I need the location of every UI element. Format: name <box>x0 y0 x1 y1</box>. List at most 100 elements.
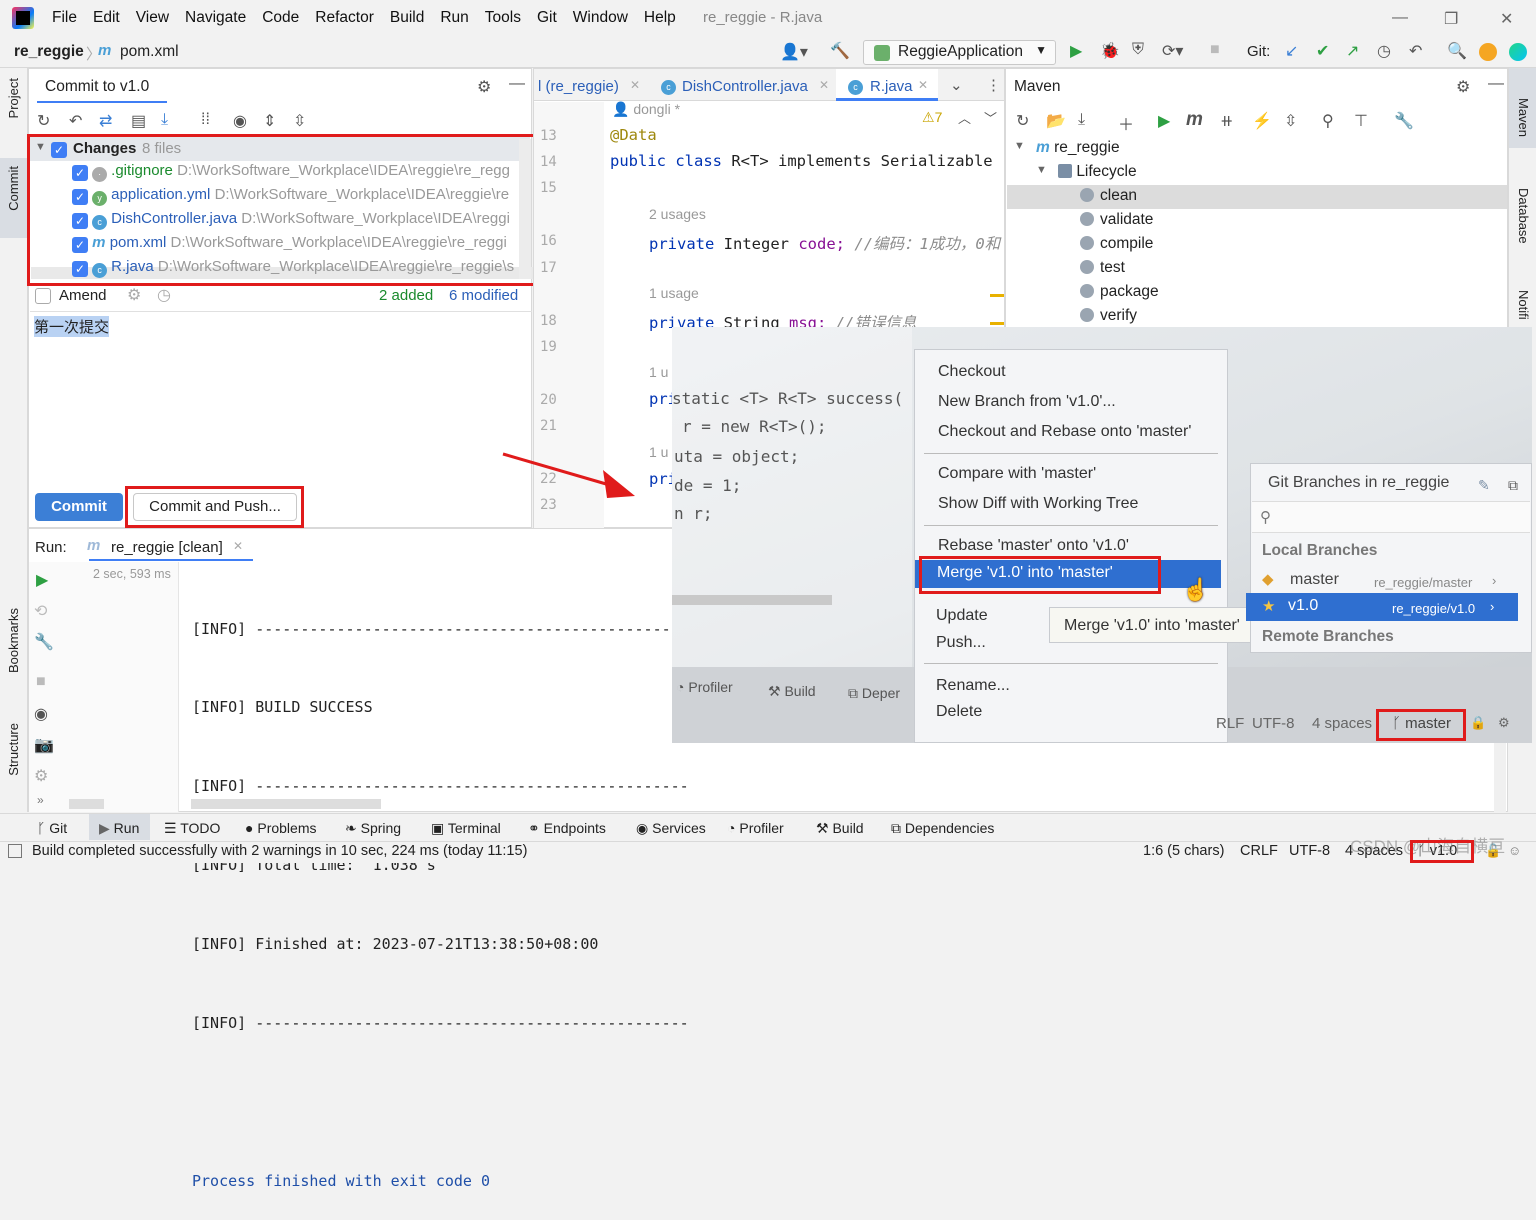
close-tab-icon[interactable]: ✕ <box>233 539 243 553</box>
git-push-icon[interactable]: ↗ <box>1346 41 1359 61</box>
coverage-icon[interactable]: ⛨ <box>1132 41 1144 59</box>
bookmarks-tool-tab[interactable]: Bookmarks <box>6 608 21 673</box>
menu-item-delete[interactable]: Delete <box>936 703 982 721</box>
more-options-icon[interactable]: ⋮ <box>986 76 1001 94</box>
notifications-tool-tab[interactable]: Notifi <box>1516 290 1531 320</box>
structure-tool-tab[interactable]: Structure <box>6 723 21 776</box>
hide-panel-icon[interactable]: — <box>509 75 525 93</box>
menu-item-update[interactable]: Update <box>936 607 988 625</box>
bottom-tab-dependencies[interactable]: ⧉ Dependencies <box>891 820 994 837</box>
close-tab-icon[interactable]: ✕ <box>630 78 640 92</box>
warnings-indicator[interactable]: ⚠7 <box>922 109 942 126</box>
settings-gear-icon[interactable]: ⚙ <box>34 766 48 786</box>
database-tool-tab[interactable]: Database <box>1516 188 1531 244</box>
add-icon[interactable]: ＋ <box>1118 111 1134 135</box>
breadcrumb-file[interactable]: pom.xml <box>120 43 179 61</box>
stop-icon[interactable]: ■ <box>36 673 46 691</box>
debug-rerun-icon[interactable]: ⟲ <box>34 601 47 621</box>
status-message[interactable]: Build completed successfully with 2 warn… <box>32 843 527 859</box>
settings-gear-icon[interactable]: ⚙ <box>477 77 491 97</box>
branch-master[interactable]: master <box>1290 571 1339 589</box>
git-commit-icon[interactable]: ✔ <box>1316 41 1329 61</box>
show-eye-icon[interactable]: ◉ <box>34 704 48 724</box>
maven-lifecycle[interactable]: Lifecycle <box>1058 163 1137 181</box>
bottom-tab-terminal[interactable]: ▣ Terminal <box>431 820 501 837</box>
chevron-right-icon[interactable]: › <box>1490 599 1494 614</box>
reload-icon[interactable]: ↻ <box>1016 111 1029 131</box>
close-tab-icon[interactable]: ✕ <box>819 78 829 92</box>
plugin-icon[interactable] <box>1509 43 1527 61</box>
menu-tools[interactable]: Tools <box>477 9 529 27</box>
commit-message-field[interactable]: 第一次提交 <box>30 312 532 482</box>
amend-checkbox[interactable] <box>35 288 51 304</box>
bottom-tab-build[interactable]: ⚒ Build <box>816 820 864 837</box>
bottom-tab-services[interactable]: ◉ Services <box>636 820 706 837</box>
menu-item-compare[interactable]: Compare with 'master' <box>938 465 1096 483</box>
chevron-right-icon[interactable]: › <box>1492 573 1496 588</box>
goal-clean[interactable]: clean <box>1080 187 1137 205</box>
collapse-all-icon[interactable]: ⇳ <box>293 111 306 131</box>
rerun-icon[interactable]: ▶ <box>36 570 48 590</box>
error-stripe-mark[interactable] <box>990 294 1004 297</box>
menu-window[interactable]: Window <box>565 9 636 27</box>
update-icon[interactable] <box>1479 43 1497 61</box>
commit-tool-tab[interactable]: Commit <box>6 166 21 211</box>
restore-icon[interactable]: ❐ <box>1444 9 1458 29</box>
menu-git[interactable]: Git <box>529 9 565 27</box>
debug-icon[interactable]: 🐞 <box>1100 41 1120 61</box>
profile-icon[interactable]: ⟳▾ <box>1162 41 1183 61</box>
expand-all-icon[interactable]: ⇕ <box>263 111 276 131</box>
caret-position[interactable]: 1:6 (5 chars) <box>1143 843 1224 859</box>
stop-icon[interactable]: ■ <box>1210 41 1220 59</box>
preview-eye-icon[interactable]: ◉ <box>233 111 247 131</box>
bottom-tab-profiler[interactable]: ◔ Profiler <box>727 820 784 836</box>
expand-arrow-icon[interactable]: ▼ <box>1014 140 1025 152</box>
menu-build[interactable]: Build <box>382 9 432 27</box>
menu-help[interactable]: Help <box>636 9 684 27</box>
show-deps-icon[interactable]: ⚲ <box>1322 111 1334 131</box>
goal-validate[interactable]: validate <box>1080 211 1153 229</box>
goal-verify[interactable]: verify <box>1080 307 1137 325</box>
history-icon[interactable]: ◷ <box>1377 41 1391 61</box>
more-icon[interactable]: » <box>37 793 44 807</box>
bottom-tab-git[interactable]: ᚴ Git <box>37 820 67 836</box>
rollback-changes-icon[interactable]: ↶ <box>69 111 82 131</box>
collapse-icon[interactable]: ⇳ <box>1284 111 1297 131</box>
maven-goal-icon[interactable]: m <box>1186 109 1203 131</box>
project-tool-tab[interactable]: Project <box>6 78 21 118</box>
download-icon[interactable]: ⤓ <box>1078 111 1085 129</box>
expand-arrow-icon[interactable]: ▼ <box>1036 164 1047 176</box>
commit-options-gear-icon[interactable]: ⚙ <box>127 285 141 305</box>
diff-icon[interactable]: ⇄ <box>99 111 112 131</box>
tab-re-reggie[interactable]: l (re_reggie) <box>538 78 619 95</box>
shelve-icon[interactable]: ▤ <box>131 111 146 131</box>
close-tab-icon[interactable]: ✕ <box>918 78 928 92</box>
goal-test[interactable]: test <box>1080 259 1125 277</box>
usages-hint[interactable]: 2 usages <box>649 206 706 222</box>
edit-icon[interactable]: ✎ <box>1478 477 1490 494</box>
menu-navigate[interactable]: Navigate <box>177 9 254 27</box>
commit-button[interactable]: Commit <box>35 493 123 521</box>
group-by-icon[interactable]: ⁞⁞ <box>201 111 210 129</box>
tab-r-java[interactable]: R.java <box>870 78 913 95</box>
goal-package[interactable]: package <box>1080 283 1159 301</box>
bottom-tab-run[interactable]: ▶ Run <box>99 820 139 837</box>
usages-hint[interactable]: 1 usage <box>649 285 699 301</box>
minimize-icon[interactable]: — <box>1392 9 1408 27</box>
prev-warning-icon[interactable]: ︿ <box>958 108 971 127</box>
menu-file[interactable]: File <box>44 9 85 27</box>
window-icon[interactable]: ⧉ <box>1508 477 1518 494</box>
branch-v1-0[interactable]: v1.0 <box>1288 597 1318 615</box>
refresh-icon[interactable]: ↻ <box>37 111 50 131</box>
menu-view[interactable]: View <box>128 9 177 27</box>
hide-panel-icon[interactable]: — <box>1488 75 1504 93</box>
run-icon[interactable]: ▶ <box>1070 41 1082 61</box>
maven-project[interactable]: m re_reggie <box>1036 139 1120 157</box>
diagram-icon[interactable]: ⊤ <box>1354 111 1368 131</box>
next-warning-icon[interactable]: ﹀ <box>984 108 997 127</box>
close-icon[interactable]: ✕ <box>1500 9 1513 29</box>
run-tab[interactable]: re_reggie [clean] <box>111 539 223 556</box>
run-configuration-select[interactable]: ReggieApplication ▼ <box>863 40 1056 65</box>
menu-item-show-diff[interactable]: Show Diff with Working Tree <box>938 495 1138 513</box>
error-stripe-mark[interactable] <box>990 322 1004 325</box>
